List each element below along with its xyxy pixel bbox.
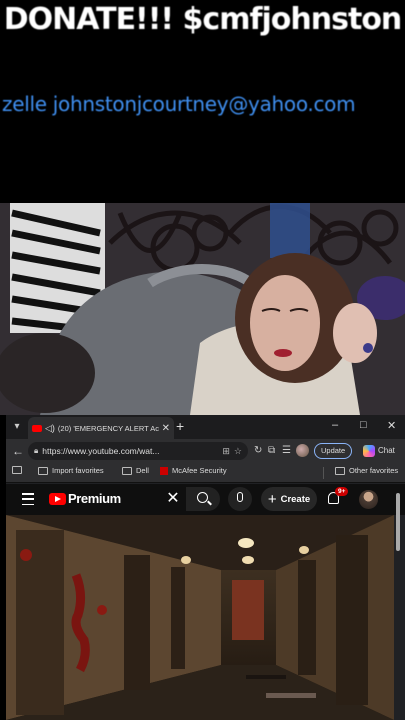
tab-bar: ▾ ◁) (20) 'EMERGENCY ALERT Activ ✕ + – □… bbox=[6, 415, 405, 439]
donate-text: DONATE!!! $cmfjohnston bbox=[3, 2, 403, 37]
voice-search-button[interactable] bbox=[228, 487, 252, 511]
microphone-icon bbox=[237, 492, 243, 502]
youtube-premium-label[interactable]: Premium bbox=[68, 491, 121, 506]
refresh-icon[interactable]: ↻ bbox=[254, 445, 262, 456]
favorites-icon[interactable]: ☰ bbox=[282, 445, 291, 456]
mcafee-icon bbox=[160, 466, 168, 475]
bookmark-other-favorites[interactable]: Other favorites bbox=[335, 466, 398, 475]
bookmark-label: Dell bbox=[136, 466, 149, 475]
import-icon bbox=[38, 466, 48, 475]
tab-youtube[interactable]: ◁) (20) 'EMERGENCY ALERT Activ ✕ bbox=[28, 417, 174, 439]
search-button[interactable] bbox=[186, 487, 220, 511]
bookmark-label: Other favorites bbox=[349, 466, 399, 475]
video-frame-image bbox=[6, 515, 394, 720]
bookmark-dell[interactable]: Dell bbox=[122, 466, 149, 475]
tab-actions-icon[interactable]: ▾ bbox=[8, 419, 26, 435]
youtube-header: Premium ✕ + Create 9+ bbox=[6, 484, 405, 515]
new-tab-icon[interactable]: + bbox=[176, 418, 184, 434]
back-icon[interactable]: ← bbox=[12, 444, 24, 458]
clear-search-icon[interactable]: ✕ bbox=[160, 487, 186, 511]
page-scrollbar[interactable] bbox=[395, 487, 401, 719]
account-avatar[interactable] bbox=[359, 490, 378, 509]
chat-label: Chat bbox=[378, 446, 395, 455]
video-player[interactable] bbox=[6, 515, 394, 720]
extensions-icon[interactable]: ⧉ bbox=[268, 445, 275, 456]
maximize-icon[interactable]: □ bbox=[360, 419, 367, 431]
favorites-bar-icon bbox=[12, 466, 22, 474]
profile-avatar[interactable] bbox=[296, 444, 309, 457]
youtube-logo-icon[interactable] bbox=[49, 493, 66, 505]
webcam-image bbox=[0, 203, 405, 415]
lock-icon[interactable]: 🔒︎ bbox=[34, 446, 38, 456]
minimize-icon[interactable]: – bbox=[332, 419, 338, 431]
favorite-star-icon[interactable]: ☆ bbox=[234, 446, 242, 457]
create-button[interactable]: + Create bbox=[261, 487, 317, 511]
url-text[interactable]: https://www.youtube.com/wat... bbox=[42, 446, 218, 456]
create-label: Create bbox=[280, 493, 311, 505]
bookmark-mcafee[interactable]: McAfee Security bbox=[160, 466, 227, 475]
address-toolbar: ← 🔒︎ https://www.youtube.com/wat... ⊞ ☆ … bbox=[6, 439, 405, 463]
speaker-icon[interactable]: ◁) bbox=[45, 423, 55, 434]
webcam-feed bbox=[0, 203, 405, 415]
bookmark-label: Import favorites bbox=[52, 466, 104, 475]
split-screen-icon[interactable]: ⊞ bbox=[222, 446, 230, 457]
notification-badge: 9+ bbox=[335, 487, 349, 496]
bookmark-import-favorites[interactable]: Import favorites bbox=[38, 466, 104, 475]
address-bar[interactable]: 🔒︎ https://www.youtube.com/wat... ⊞ ☆ bbox=[28, 442, 248, 460]
close-window-icon[interactable]: ✕ bbox=[387, 419, 396, 432]
favorites-bar-toggle[interactable] bbox=[12, 466, 22, 474]
zelle-text: zelle johnstonjcourtney@yahoo.com bbox=[2, 92, 356, 116]
copilot-icon bbox=[363, 445, 375, 457]
menu-icon[interactable] bbox=[22, 493, 34, 505]
tab-close-icon[interactable]: ✕ bbox=[162, 423, 170, 434]
folder-icon bbox=[122, 466, 132, 475]
youtube-favicon-icon bbox=[32, 424, 42, 432]
copilot-chat-button[interactable]: Chat bbox=[363, 443, 395, 459]
favorites-bar: Import favorites Dell McAfee Security Ot… bbox=[6, 463, 405, 483]
browser-window: ▾ ◁) (20) 'EMERGENCY ALERT Activ ✕ + – □… bbox=[6, 415, 405, 720]
scrollbar-thumb[interactable] bbox=[396, 493, 400, 551]
stream-overlay: DONATE!!! $cmfjohnston zelle johnstonjco… bbox=[0, 0, 405, 203]
update-button[interactable]: Update bbox=[314, 443, 353, 459]
plus-icon: + bbox=[267, 490, 277, 508]
bookmark-divider bbox=[323, 467, 324, 479]
bookmark-label: McAfee Security bbox=[172, 466, 227, 475]
search-icon bbox=[197, 492, 208, 503]
folder-icon bbox=[335, 466, 345, 475]
tab-title: (20) 'EMERGENCY ALERT Activ bbox=[57, 423, 159, 433]
